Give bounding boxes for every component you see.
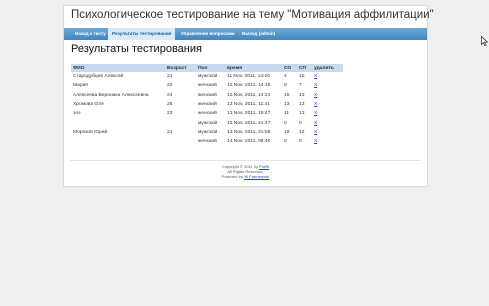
cell-delete: X [312, 128, 343, 137]
table-row: Морозов Юрий 21 мужской 13 Nov, 2011, 21… [71, 128, 343, 137]
footer: Copyright © 2011 by ProfB All Rights Res… [64, 164, 427, 179]
cell-age [165, 137, 196, 146]
delete-link[interactable]: X [314, 93, 317, 98]
delete-link[interactable]: X [314, 111, 317, 116]
column-header-name: ФИО [71, 64, 165, 72]
cell-age: 21 [167, 129, 173, 135]
cell-sp: 10 [299, 74, 305, 80]
footer-divider [70, 160, 421, 161]
cell-gender: женский [198, 102, 217, 108]
cell-name [71, 137, 165, 146]
cell-name: Мария [73, 83, 88, 89]
cell-name: Хромова Оля [73, 102, 104, 108]
main-menu: Назад к тесту Результаты тестирования Уп… [64, 28, 427, 40]
cell-delete: X [312, 137, 343, 146]
cell-so: 19 [284, 129, 290, 135]
cell-so: 11 [284, 111, 290, 117]
column-header-age: Возраст [165, 64, 196, 72]
table-row: Мария 22 женский 12 Nov, 2011, 14:16 8 7… [71, 81, 343, 90]
mouse-cursor-icon [481, 36, 488, 46]
cell-age: 22 [167, 83, 173, 89]
menu-item-manage-questions[interactable]: Управление вопросами [177, 28, 239, 40]
cell-gender: мужской [198, 74, 218, 80]
cell-so: 0 [284, 120, 287, 126]
cell-delete: X [312, 118, 343, 127]
cell-sp: 7 [299, 83, 302, 89]
cell-time: 12 Nov, 2011, 14:24 [227, 92, 271, 98]
column-header-sp: СП [297, 64, 312, 72]
powered-line: Powered by Yii Framework [64, 174, 427, 179]
cell-name: Алексеева Вероника Алексеевна [73, 92, 149, 98]
cell-time: 14 Nov, 2011, 06:40 [227, 139, 271, 145]
delete-link[interactable]: X [314, 83, 317, 88]
delete-link[interactable]: X [314, 139, 317, 144]
cell-time: 13 Nov, 2011, 19:47 [227, 111, 271, 117]
cell-time: 13 Nov, 2011, 11:41 [227, 102, 270, 108]
column-header-gender: Пол [196, 64, 225, 72]
delete-link[interactable]: X [314, 102, 317, 107]
cell-delete: X [312, 109, 343, 118]
cell-name: эээ [73, 111, 81, 117]
results-table: ФИО Возраст Пол время СО СП удалить Стар… [71, 64, 343, 146]
cell-delete: X [312, 81, 343, 90]
cell-sp: 0 [299, 139, 302, 145]
cell-so: 13 [284, 102, 290, 108]
cell-sp: 13 [299, 111, 305, 117]
site-title: Психологическое тестирование на тему "Мо… [71, 9, 434, 21]
cell-time: 13 Nov, 2011, 21:47 [227, 120, 271, 126]
cell-sp: 0 [299, 120, 302, 126]
menu-item-back-to-test[interactable]: Назад к тесту [71, 28, 110, 40]
column-header-delete: удалить [312, 64, 343, 72]
cell-so: 0 [284, 139, 287, 145]
table-row: Стародубцев Алексей 21 мужской 11 Nov, 2… [71, 72, 343, 81]
framework-link[interactable]: Yii Framework [244, 174, 269, 179]
cell-sp: 13 [299, 92, 305, 98]
powered-text: Powered by [221, 174, 243, 179]
table-row: Хромова Оля 25 женский 13 Nov, 2011, 11:… [71, 100, 343, 109]
cell-age: 25 [167, 102, 173, 108]
delete-link[interactable]: X [314, 130, 317, 135]
cell-gender: мужской [198, 129, 218, 135]
table-row: женский 14 Nov, 2011, 06:40 0 0 X [71, 137, 343, 146]
cell-age: 21 [167, 74, 173, 80]
cell-gender: женский [198, 92, 217, 98]
cell-sp: 12 [299, 129, 305, 135]
cell-gender: женский [198, 83, 217, 89]
cell-time: 13 Nov, 2011, 21:59 [227, 129, 271, 135]
delete-link[interactable]: X [314, 121, 317, 126]
cell-gender: мужской [198, 120, 218, 126]
cell-so: 15 [284, 92, 290, 98]
cell-so: 4 [284, 74, 287, 80]
cell-name [71, 118, 165, 127]
cell-sp: 13 [299, 102, 305, 108]
menu-item-logout[interactable]: Выход (admin) [238, 28, 279, 40]
cell-name: Морозов Юрий [73, 129, 108, 135]
page-title: Результаты тестирования [71, 43, 202, 55]
table-row: мужской 13 Nov, 2011, 21:47 0 0 X [71, 118, 343, 127]
cell-gender: женский [198, 139, 217, 145]
menu-item-results[interactable]: Результаты тестирования [108, 28, 176, 40]
page-container: Психологическое тестирование на тему "Мо… [63, 5, 434, 187]
cell-delete: X [312, 100, 343, 109]
cell-age: 23 [167, 111, 173, 117]
cell-age: 24 [167, 92, 173, 98]
cell-age [165, 118, 196, 127]
column-header-time: время [225, 64, 282, 72]
table-row: Алексеева Вероника Алексеевна 24 женский… [71, 91, 343, 100]
table-row: эээ 23 женский 13 Nov, 2011, 19:47 11 13… [71, 109, 343, 118]
column-header-so: СО [282, 64, 297, 72]
cell-delete: X [312, 91, 343, 100]
cell-name: Стародубцев Алексей [73, 74, 124, 80]
delete-link[interactable]: X [314, 74, 317, 79]
cell-gender: женский [198, 111, 217, 117]
cell-delete: X [312, 72, 343, 81]
table-header-row: ФИО Возраст Пол время СО СП удалить [71, 64, 343, 72]
cell-so: 8 [284, 83, 287, 89]
cell-time: 11 Nov, 2011, 14:20 [227, 74, 270, 80]
cell-time: 12 Nov, 2011, 14:16 [227, 83, 271, 89]
